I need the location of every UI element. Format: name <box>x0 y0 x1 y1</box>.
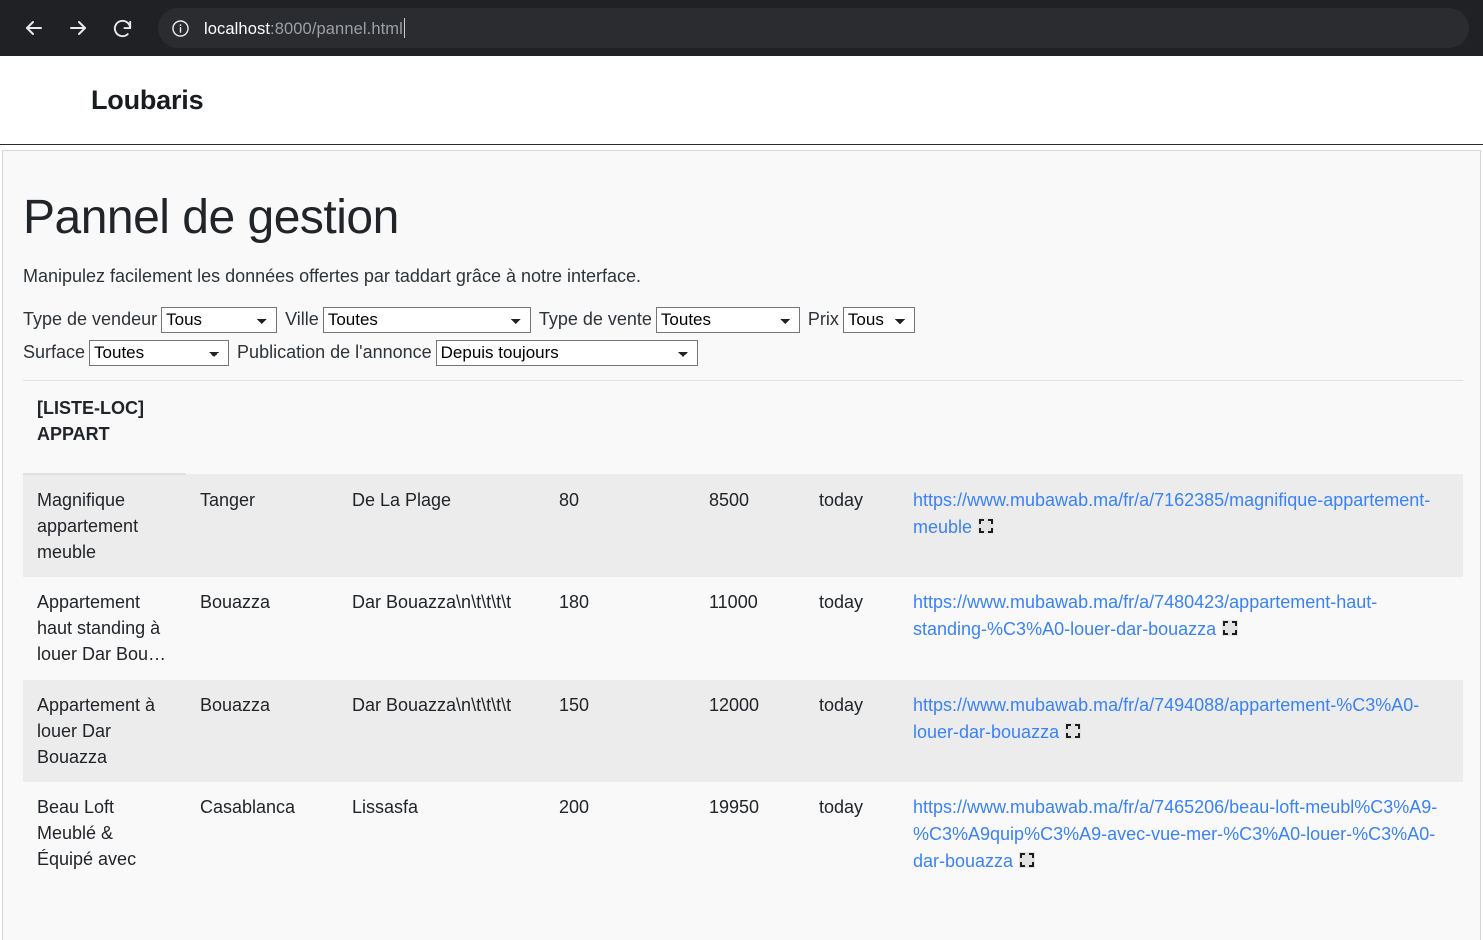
listing-prix: 11000 <box>709 592 758 613</box>
expand-corners-icon <box>1019 851 1036 868</box>
listing-url-cell: https://www.mubawab.ma/fr/a/7465206/beau… <box>899 782 1463 887</box>
listing-ville: Tanger <box>200 489 256 510</box>
filter-city-label: Ville <box>285 309 319 330</box>
table-row: Appartement haut standing à louer Dar Bo… <box>23 577 1463 680</box>
listing-title: Magnifique appartement meuble <box>37 489 139 563</box>
browser-toolbar: localhost:8000/pannel.html <box>0 0 1483 56</box>
filter-publication-date[interactable]: Depuis toujours <box>435 339 698 366</box>
arrow-right-icon <box>66 16 90 40</box>
listing-title: Appartement haut standing à louer Dar Bo… <box>37 592 167 665</box>
address-bar-url: localhost:8000/pannel.html <box>204 17 405 39</box>
listing-date: today <box>819 796 864 817</box>
listing-ville: Bouazza <box>200 694 271 715</box>
listing-surface: 80 <box>559 489 580 510</box>
listing-date: today <box>819 694 864 715</box>
page-title: Pannel de gestion <box>23 191 399 244</box>
listing-ville: Casablanca <box>200 796 296 817</box>
filter-bar: Type de vendeur Tous Ville Toutes Type de ve… <box>23 306 1460 366</box>
arrow-left-icon <box>22 16 46 40</box>
filter-seller-type-label: Type de vendeur <box>23 309 158 330</box>
filter-price[interactable]: Tous <box>842 306 915 333</box>
listing-url-cell: https://www.mubawab.ma/fr/a/7480423/appa… <box>899 577 1463 679</box>
expand-corners-icon <box>978 517 995 534</box>
listing-title: Beau Loft Meublé & Équipé avec <box>37 796 137 870</box>
address-bar[interactable]: localhost:8000/pannel.html <box>158 8 1469 48</box>
listing-ville: Bouazza <box>200 592 271 613</box>
filter-sale-type-label: Type de vente <box>538 309 652 330</box>
listing-prix: 19950 <box>709 796 760 817</box>
forward-button[interactable] <box>58 8 98 48</box>
listing-date: today <box>819 592 864 613</box>
brand-logo[interactable]: Loubaris <box>91 85 204 116</box>
filter-city[interactable]: Toutes <box>322 306 531 333</box>
listing-link[interactable]: https://www.mubawab.ma/fr/a/7465206/beau… <box>913 797 1437 871</box>
filter-seller-type[interactable]: Tous <box>161 306 278 333</box>
management-panel-card: Pannel de gestion Manipulez facilement l… <box>2 150 1481 940</box>
listing-url-cell: https://www.mubawab.ma/fr/a/7494088/appa… <box>899 680 1463 782</box>
filter-publication-date-label: Publication de l'annonce <box>237 342 432 363</box>
listing-quartier: De La Plage <box>352 489 452 510</box>
listing-quartier: Lissasfa <box>352 796 419 817</box>
column-header-surface <box>545 381 695 474</box>
listing-prix: 8500 <box>709 489 750 510</box>
listings-table-wrapper: [LISTE-LOC] APPART Magnifique appartemen… <box>23 379 1463 887</box>
table-row: Appartement à louer Dar Bouazza Bouazza Da… <box>23 679 1463 782</box>
filter-sale-type[interactable]: Toutes <box>655 306 800 333</box>
column-header-url <box>899 381 1463 474</box>
listing-surface: 180 <box>559 592 590 613</box>
filter-surface-label: Surface <box>23 342 86 363</box>
listing-quartier: Dar Bouazza\n\t\t\t\t <box>352 694 512 715</box>
listing-link[interactable]: https://www.mubawab.ma/fr/a/7162385/magn… <box>913 490 1430 537</box>
url-host: localhost <box>204 19 271 38</box>
column-header-quartier <box>338 381 545 474</box>
listings-table: [LISTE-LOC] APPART Magnifique appartemen… <box>23 380 1463 887</box>
listing-date: today <box>819 489 864 510</box>
reload-icon <box>111 17 134 40</box>
table-row: Beau Loft Meublé & Équipé avec Casablanca… <box>23 781 1463 887</box>
back-button[interactable] <box>14 8 54 48</box>
listing-quartier: Dar Bouazza\n\t\t\t\t <box>352 592 512 613</box>
column-header-ville <box>186 381 338 474</box>
filter-surface[interactable]: Toutes <box>89 339 230 366</box>
listing-prix: 12000 <box>709 694 760 715</box>
table-head: [LISTE-LOC] APPART <box>23 380 1463 475</box>
listing-url-cell: https://www.mubawab.ma/fr/a/7162385/magn… <box>899 474 1463 577</box>
table-header-row: [LISTE-LOC] APPART <box>23 380 1463 475</box>
expand-corners-icon <box>1222 620 1239 637</box>
column-header-category[interactable]: [LISTE-LOC] APPART <box>23 380 186 475</box>
listing-link[interactable]: https://www.mubawab.ma/fr/a/7480423/appa… <box>913 592 1377 639</box>
filter-row-2: Surface Toutes Publication de l'annonce Dep… <box>23 339 1460 366</box>
expand-corners-icon <box>1065 722 1082 739</box>
column-header-prix <box>695 381 805 474</box>
info-circle-icon[interactable] <box>166 14 194 42</box>
listing-surface: 200 <box>559 796 590 817</box>
filter-row-1: Type de vendeur Tous Ville Toutes Type de ve… <box>23 306 1460 333</box>
table-row: Magnifique appartement meuble Tanger De La… <box>23 473 1463 578</box>
listing-link[interactable]: https://www.mubawab.ma/fr/a/7494088/appa… <box>913 695 1419 742</box>
column-header-date <box>805 381 899 474</box>
listing-title: Appartement à louer Dar Bouazza <box>37 694 156 767</box>
reload-button[interactable] <box>102 8 142 48</box>
listing-surface: 150 <box>559 694 590 715</box>
text-caret <box>403 17 405 38</box>
page-subtitle: Manipulez facilement les données offerte… <box>23 265 642 286</box>
site-header: Loubaris <box>0 56 1483 145</box>
filter-price-label: Prix <box>807 309 839 330</box>
url-path: :8000/pannel.html <box>270 19 403 38</box>
table-body: Magnifique appartement meuble Tanger De La… <box>23 473 1463 887</box>
